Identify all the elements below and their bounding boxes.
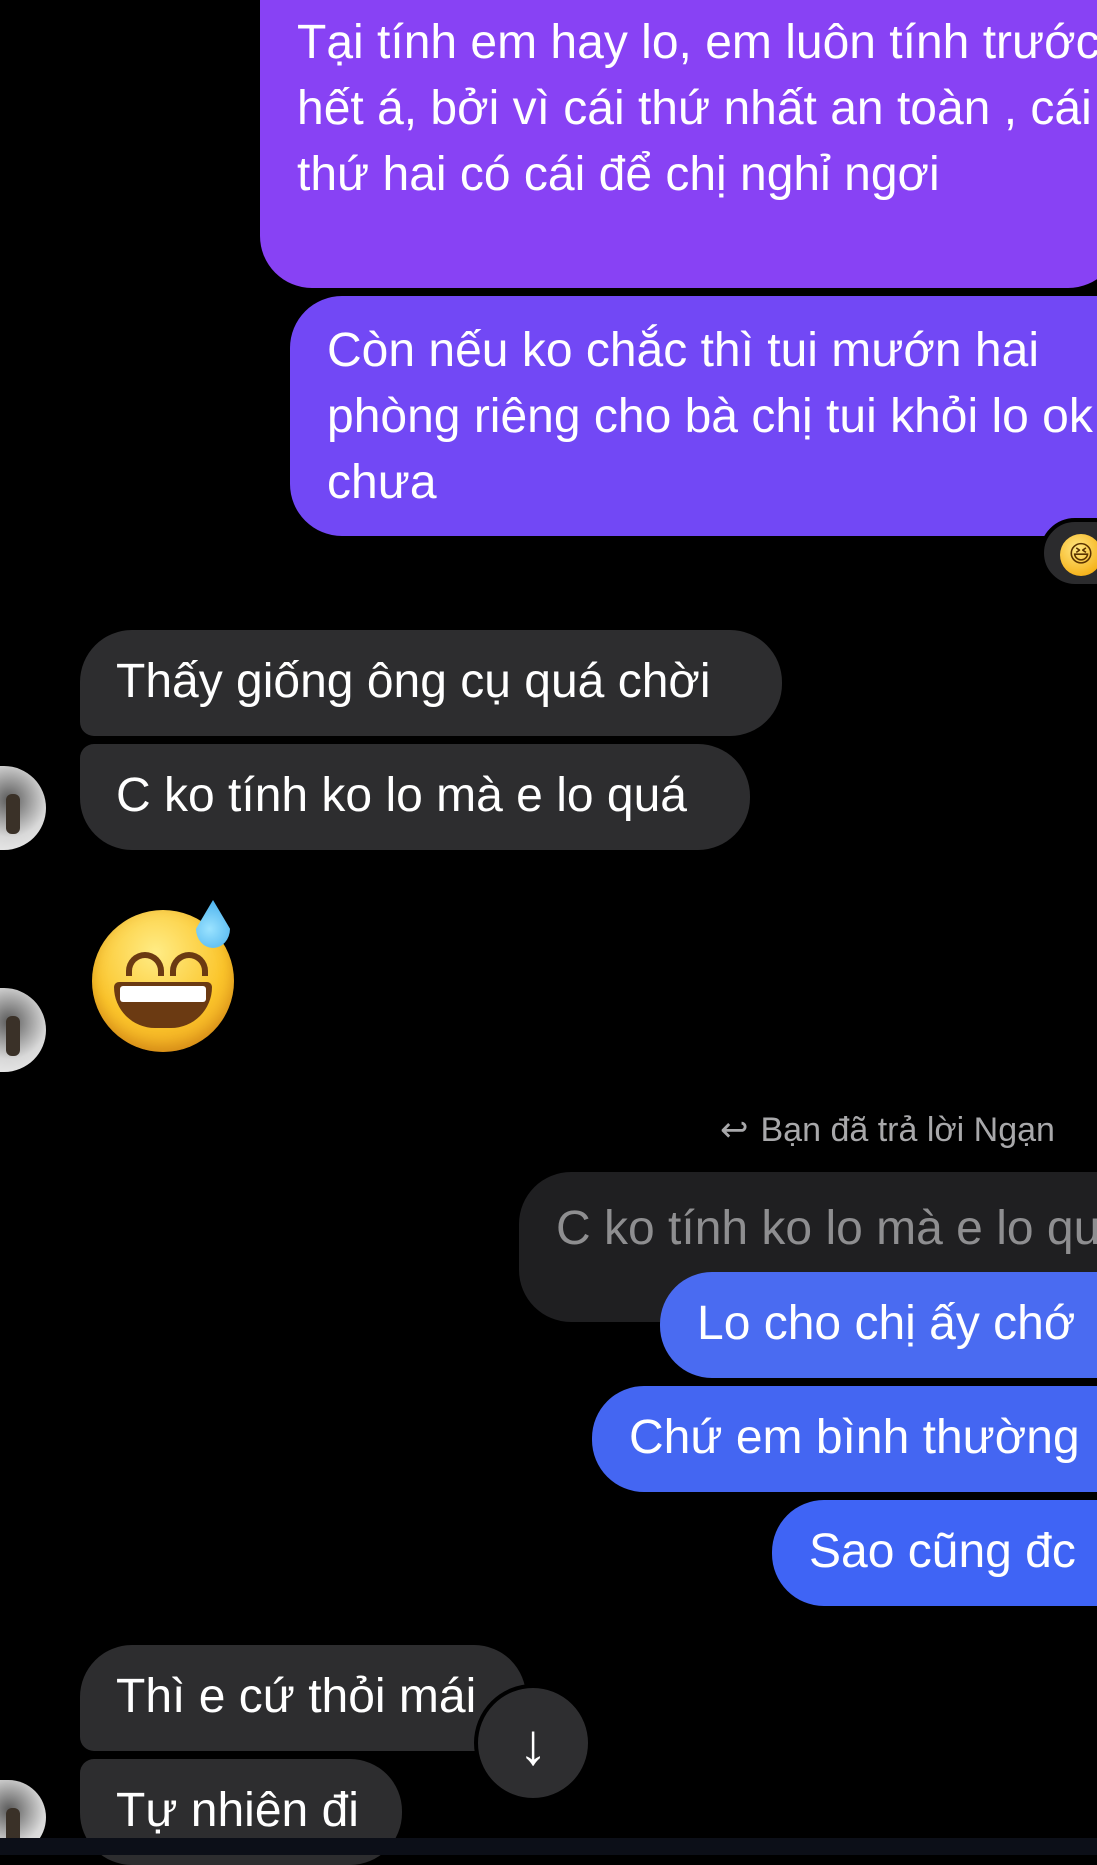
- message-text: Thấy giống ông cụ quá chời: [116, 655, 711, 708]
- message-text: Tự nhiên đi: [116, 1784, 359, 1837]
- message-reaction[interactable]: 😆: [1040, 518, 1097, 588]
- emoji-eye: [170, 952, 208, 976]
- outgoing-message[interactable]: Chứ em bình thường: [592, 1386, 1097, 1492]
- bottom-bar: [0, 1838, 1097, 1855]
- avatar[interactable]: [0, 766, 46, 850]
- outgoing-message[interactable]: Còn nếu ko chắc thì tui mướn hai phòng r…: [290, 296, 1097, 536]
- message-text: Chứ em bình thường: [629, 1411, 1080, 1464]
- outgoing-message[interactable]: Sao cũng đc: [772, 1500, 1097, 1606]
- incoming-message[interactable]: Thì e cứ thỏi mái: [80, 1645, 526, 1751]
- quoted-text: C ko tính ko lo mà e lo quá: [556, 1202, 1097, 1255]
- message-text: Tại tính em hay lo, em luôn tính trước h…: [297, 16, 1097, 201]
- message-text: Lo cho chị ấy chớ: [697, 1297, 1076, 1350]
- outgoing-message[interactable]: Lo cho chị ấy chớ: [660, 1272, 1097, 1378]
- arrow-down-icon: ↓: [518, 1712, 548, 1777]
- avatar[interactable]: [0, 988, 46, 1072]
- message-text: Còn nếu ko chắc thì tui mướn hai phòng r…: [327, 324, 1093, 509]
- reply-indicator: ↩ Bạn đã trả lời Ngạn: [720, 1110, 1055, 1150]
- message-text: Sao cũng đc: [809, 1525, 1076, 1578]
- scroll-down-button[interactable]: ↓: [474, 1684, 592, 1802]
- message-text: C ko tính ko lo mà e lo quá: [116, 769, 687, 822]
- incoming-message[interactable]: C ko tính ko lo mà e lo quá: [80, 744, 750, 850]
- outgoing-message[interactable]: Tại tính em hay lo, em luôn tính trước h…: [260, 0, 1097, 288]
- reply-note-text: Bạn đã trả lời Ngạn: [760, 1111, 1055, 1149]
- sweat-smile-emoji-icon[interactable]: [92, 900, 234, 1052]
- emoji-eye: [126, 952, 164, 976]
- message-text: Thì e cứ thỏi mái: [116, 1670, 477, 1723]
- emoji-mouth: [114, 982, 212, 1028]
- reply-arrow-icon: ↩: [720, 1111, 749, 1149]
- sweat-drop-icon: [196, 900, 230, 948]
- incoming-message[interactable]: Thấy giống ông cụ quá chời: [80, 630, 782, 736]
- laughing-emoji-icon: 😆: [1060, 534, 1097, 576]
